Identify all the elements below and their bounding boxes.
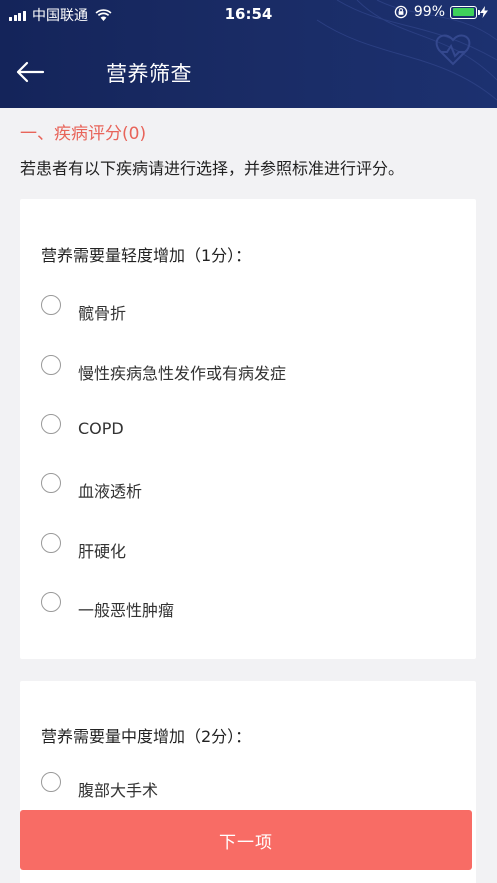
option-hemodialysis[interactable]: 血液透析 xyxy=(40,473,460,513)
option-label: 肝硬化 xyxy=(78,542,127,561)
nav-bar: 营养筛查 xyxy=(0,40,497,104)
radio-icon[interactable] xyxy=(41,772,61,792)
radio-icon[interactable] xyxy=(41,592,61,612)
orientation-lock-icon xyxy=(394,5,408,19)
group-heading: 营养需要量轻度增加（1分）： xyxy=(41,246,252,265)
page-title: 营养筛查 xyxy=(106,62,192,86)
option-label: 慢性疾病急性发作或有病发症 xyxy=(78,364,287,383)
radio-icon[interactable] xyxy=(41,295,61,315)
radio-icon[interactable] xyxy=(41,355,61,375)
back-button[interactable] xyxy=(10,52,50,92)
charging-icon xyxy=(480,6,488,18)
option-cirrhosis[interactable]: 肝硬化 xyxy=(40,533,460,573)
option-chronic-disease[interactable]: 慢性疾病急性发作或有病发症 xyxy=(40,355,460,395)
option-label: COPD xyxy=(78,419,124,438)
screening-content[interactable]: 一、疾病评分(0) 若患者有以下疾病请进行选择，并参照标准进行评分。 营养需要量… xyxy=(0,108,497,883)
header: 中国联通 16:54 99% 营养筛查 xyxy=(0,0,497,108)
group-heading: 营养需要量中度增加（2分）： xyxy=(41,727,252,746)
battery-icon xyxy=(450,5,480,19)
status-bar: 中国联通 16:54 99% xyxy=(0,0,497,28)
section-title: 一、疾病评分(0) xyxy=(20,124,147,144)
option-hip-fracture[interactable]: 髋骨折 xyxy=(40,295,460,335)
battery-percentage: 99% xyxy=(413,4,445,20)
option-abdominal-surgery[interactable]: 腹部大手术 xyxy=(40,772,460,812)
radio-icon[interactable] xyxy=(41,533,61,553)
option-label: 血液透析 xyxy=(78,482,143,501)
option-group-card: 营养需要量轻度增加（1分）： 髋骨折 慢性疾病急性发作或有病发症 COPD 血液… xyxy=(20,199,476,659)
instruction-text: 若患者有以下疾病请进行选择，并参照标准进行评分。 xyxy=(20,159,405,178)
next-button[interactable]: 下一项 xyxy=(20,810,472,870)
radio-icon[interactable] xyxy=(41,473,61,493)
back-arrow-icon xyxy=(16,61,45,83)
option-label: 髋骨折 xyxy=(78,304,127,323)
radio-icon[interactable] xyxy=(41,414,61,434)
option-copd[interactable]: COPD xyxy=(40,414,460,454)
option-label: 腹部大手术 xyxy=(78,781,159,800)
option-label: 一般恶性肿瘤 xyxy=(78,601,175,620)
option-malignant-tumor[interactable]: 一般恶性肿瘤 xyxy=(40,592,460,632)
